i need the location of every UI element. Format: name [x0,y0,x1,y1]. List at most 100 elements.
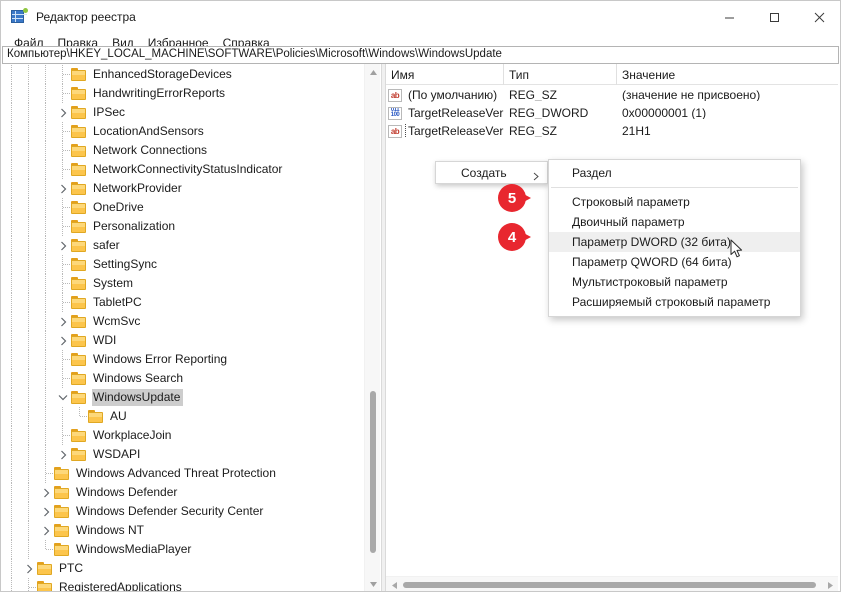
values-horizontal-scrollbar[interactable] [386,576,838,591]
tree-item-ptc[interactable]: PTC [2,559,364,578]
tree-item-enhancedstoragedevices[interactable]: EnhancedStorageDevices [2,65,364,84]
context-menu-create-item[interactable]: Создать [435,161,548,184]
tree-item-handwritingerrorreports[interactable]: HandwritingErrorReports [2,84,364,103]
chevron-right-icon[interactable] [55,331,71,350]
tree-item-system[interactable]: System [2,274,364,293]
tree-item-workplacejoin[interactable]: WorkplaceJoin [2,426,364,445]
submenu-item[interactable]: Параметр QWORD (64 бита) [549,252,800,272]
chevron-right-icon[interactable] [55,236,71,255]
chevron-right-icon[interactable] [38,502,54,521]
tree-guide-line [28,236,29,255]
folder-icon [54,467,70,480]
tree-item-au[interactable]: AU [2,407,364,426]
tree-item-windows-defender[interactable]: Windows Defender [2,483,364,502]
chevron-right-icon[interactable] [38,521,54,540]
tree-vertical-scrollbar[interactable] [364,64,380,591]
folder-icon [71,182,87,195]
chevron-down-icon[interactable] [55,388,71,407]
tree-scroll-thumb[interactable] [370,391,376,553]
tree-item-wsdapi[interactable]: WSDAPI [2,445,364,464]
tree-item-windows-search[interactable]: Windows Search [2,369,364,388]
tree-item-networkprovider[interactable]: NetworkProvider [2,179,364,198]
folder-icon [37,562,53,575]
submenu-item[interactable]: Двоичный параметр [549,212,800,232]
folder-icon [71,106,87,119]
tree-item-label: WDI [93,333,117,347]
tree-item-locationandsensors[interactable]: LocationAndSensors [2,122,364,141]
value-type-cell: REG_SZ [509,125,558,137]
address-bar[interactable]: Компьютер\HKEY_LOCAL_MACHINE\SOFTWARE\Po… [2,46,839,64]
table-row[interactable]: abTargetReleaseVer… REG_SZ 21H1 [386,122,838,140]
tree-guide-line [28,426,29,445]
tree-item-label: NetworkProvider [93,181,182,195]
scroll-down-arrow-icon[interactable] [365,576,380,591]
tree-expander-placeholder [55,369,71,388]
chevron-right-icon[interactable] [55,445,71,464]
tree-item-onedrive[interactable]: OneDrive [2,198,364,217]
tree-item-label: WSDAPI [93,447,141,461]
tree-item-label: NetworkConnectivityStatusIndicator [93,162,283,176]
value-data-cell: (значение не присвоено) [622,89,761,101]
string-value-icon: ab [388,88,402,102]
table-row[interactable]: ab (По умолчанию) REG_SZ (значение не присв… [386,86,838,104]
chevron-right-icon[interactable] [38,483,54,502]
submenu-item[interactable]: Параметр DWORD (32 бита) [549,232,800,252]
tree-item-windows-nt[interactable]: Windows NT [2,521,364,540]
tree-guide-line [11,160,12,179]
column-header-type[interactable]: Тип [504,64,617,85]
tree-guide-line [28,540,29,559]
tree-expander-placeholder [55,426,71,445]
tree-guide-line [45,407,46,426]
create-submenu: Раздел Строковый параметр Двоичный парамет… [548,159,801,317]
tree-item-networkconnectivitystatusindicator[interactable]: NetworkConnectivityStatusIndicator [2,160,364,179]
tree-guide-line [45,445,46,464]
tree-item-network-connections[interactable]: Network Connections [2,141,364,160]
chevron-right-icon[interactable] [21,559,37,578]
tree-item-wdi[interactable]: WDI [2,331,364,350]
scroll-left-arrow-icon[interactable] [386,577,402,591]
submenu-item[interactable]: Расширяемый строковый параметр [549,292,800,312]
window-controls [707,1,840,33]
tree-guide-line [62,407,63,426]
callout-badge-number: 5 [498,184,526,212]
column-header-name[interactable]: Имя [386,64,504,85]
tree-guide-line [11,331,12,350]
submenu-item[interactable]: Мультистроковый параметр [549,272,800,292]
tree-item-ipsec[interactable]: IPSec [2,103,364,122]
tree-item-safer[interactable]: safer [2,236,364,255]
submenu-item[interactable]: Раздел [549,163,800,183]
tree-item-windows-defender-security-center[interactable]: Windows Defender Security Center [2,502,364,521]
chevron-right-icon[interactable] [55,103,71,122]
tree-item-windowsupdate[interactable]: WindowsUpdate [2,388,364,407]
tree-item-tabletpc[interactable]: TabletPC [2,293,364,312]
values-scroll-thumb[interactable] [403,582,816,588]
value-type-cell: REG_DWORD [509,107,589,119]
tree-item-windowsmediaplayer[interactable]: WindowsMediaPlayer [2,540,364,559]
chevron-right-icon[interactable] [55,179,71,198]
tree-guide-line [11,502,12,521]
scroll-right-arrow-icon[interactable] [822,577,838,591]
tree-item-windows-error-reporting[interactable]: Windows Error Reporting [2,350,364,369]
submenu-item[interactable]: Строковый параметр [549,192,800,212]
tree-item-label: RegisteredApplications [59,580,182,592]
tree-item-personalization[interactable]: Personalization [2,217,364,236]
tree-guide-line [11,65,12,84]
tree-item-registeredapplications[interactable]: RegisteredApplications [2,578,364,592]
minimize-button[interactable] [707,1,752,33]
tree-expander-placeholder [55,217,71,236]
tree-item-windows-advanced-threat-protection[interactable]: Windows Advanced Threat Protection [2,464,364,483]
tree-guide-line [11,559,12,578]
tree-item-settingsync[interactable]: SettingSync [2,255,364,274]
tree-guide-line [11,483,12,502]
folder-icon [71,220,87,233]
tree-item-wcmsvc[interactable]: WcmSvc [2,312,364,331]
tree-guide-line [45,179,46,198]
tree-expander-placeholder [55,122,71,141]
maximize-button[interactable] [752,1,797,33]
folder-icon [71,163,87,176]
column-header-value[interactable]: Значение [617,64,838,85]
close-button[interactable] [797,1,840,33]
table-row[interactable]: 011100 TargetReleaseVer… REG_DWORD 0x000000… [386,104,838,122]
chevron-right-icon[interactable] [55,312,71,331]
scroll-up-arrow-icon[interactable] [365,64,380,80]
